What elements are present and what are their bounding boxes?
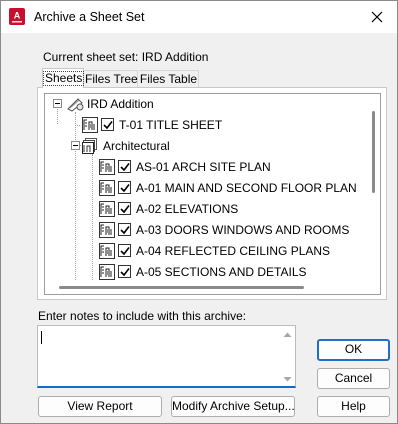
sheet-checkbox[interactable] (118, 202, 131, 215)
svg-text:A: A (14, 11, 21, 21)
subset-label: Architectural (103, 139, 170, 153)
tree-item-sheet[interactable]: A-05 SECTIONS AND DETAILS (45, 262, 365, 282)
sheet-checkbox[interactable] (101, 118, 114, 131)
tab-files-tree[interactable]: Files Tree (85, 70, 138, 88)
checkmark-icon (120, 163, 130, 172)
view-report-button[interactable]: View Report (38, 396, 162, 417)
current-sheet-set-label: Current sheet set: IRD Addition (43, 50, 209, 64)
sheet-icon (99, 159, 115, 175)
help-button[interactable]: Help (317, 396, 390, 417)
sheet-icon (99, 222, 115, 238)
sheet-icon (99, 201, 115, 217)
horizontal-scroll-thumb[interactable] (59, 286, 304, 289)
sheet-icon (99, 264, 115, 280)
sheet-icon (99, 243, 115, 259)
sheet-icon (99, 180, 115, 196)
title-bar: A Archive a Sheet Set (1, 1, 397, 33)
tree-item-sheet[interactable]: A-03 DOORS WINDOWS AND ROOMS (45, 220, 365, 240)
tab-sheets-label: Sheets (43, 71, 85, 86)
tree-item-sheet[interactable]: A-01 MAIN AND SECOND FLOOR PLAN (45, 178, 365, 198)
sheet-checkbox[interactable] (118, 244, 131, 257)
sheet-icon (82, 117, 98, 133)
sheet-label: A-05 SECTIONS AND DETAILS (136, 265, 307, 279)
sheet-tree[interactable]: IRD Addition T-01 TITLE SHEET Architectu… (44, 93, 381, 295)
autocad-app-icon: A (9, 8, 25, 25)
notes-box[interactable] (37, 325, 296, 390)
notes-textarea[interactable] (40, 326, 284, 390)
collapse-icon[interactable] (71, 141, 80, 150)
checkmark-icon (120, 184, 130, 193)
sheet-checkbox[interactable] (118, 265, 131, 278)
sheet-label: A-01 MAIN AND SECOND FLOOR PLAN (136, 181, 357, 195)
horizontal-scrollbar[interactable] (45, 281, 367, 294)
scroll-up-arrow-icon[interactable] (282, 330, 293, 340)
scroll-down-arrow-icon[interactable] (282, 374, 293, 384)
tree-root[interactable]: IRD Addition (45, 94, 365, 114)
cancel-button[interactable]: Cancel (317, 368, 390, 389)
subset-icon (82, 138, 97, 154)
modify-archive-setup-button[interactable]: Modify Archive Setup... (171, 396, 295, 417)
text-caret (41, 331, 42, 344)
tab-files-table[interactable]: Files Table (139, 70, 199, 88)
tree-item-sheet[interactable]: AS-01 ARCH SITE PLAN (45, 157, 365, 177)
notes-label: Enter notes to include with this archive… (38, 309, 247, 323)
sheet-label: A-03 DOORS WINDOWS AND ROOMS (136, 223, 350, 237)
sheet-checkbox[interactable] (118, 181, 131, 194)
tree-item-sheet[interactable]: A-02 ELEVATIONS (45, 199, 365, 219)
tree-root-label: IRD Addition (87, 97, 154, 111)
sheet-label: A-04 REFLECTED CEILING PLANS (136, 244, 331, 258)
window-title: Archive a Sheet Set (34, 10, 145, 24)
vertical-scroll-thumb[interactable] (372, 111, 375, 193)
checkmark-icon (103, 121, 113, 130)
sheet-checkbox[interactable] (118, 223, 131, 236)
tab-sheets[interactable]: Sheets (42, 68, 85, 88)
checkmark-icon (120, 268, 130, 277)
vertical-scrollbar[interactable] (367, 94, 380, 280)
checkmark-icon (120, 226, 130, 235)
sheet-label: A-02 ELEVATIONS (136, 202, 239, 216)
tree-item-sheet[interactable]: A-04 REFLECTED CEILING PLANS (45, 241, 365, 261)
close-button[interactable] (357, 1, 397, 33)
sheet-set-icon (67, 98, 84, 112)
checkmark-icon (120, 205, 130, 214)
sheet-label: AS-01 ARCH SITE PLAN (136, 160, 271, 174)
sheet-label: T-01 TITLE SHEET (119, 118, 223, 132)
tree-item-subset[interactable]: Architectural (45, 136, 365, 156)
tree-item-sheet[interactable]: T-01 TITLE SHEET (45, 115, 365, 135)
checkmark-icon (120, 247, 130, 256)
archive-sheet-set-dialog: A Archive a Sheet Set Current sheet set:… (0, 0, 398, 424)
sheet-checkbox[interactable] (118, 160, 131, 173)
collapse-icon[interactable] (53, 99, 62, 108)
ok-button[interactable]: OK (317, 339, 390, 361)
close-icon (371, 11, 383, 23)
